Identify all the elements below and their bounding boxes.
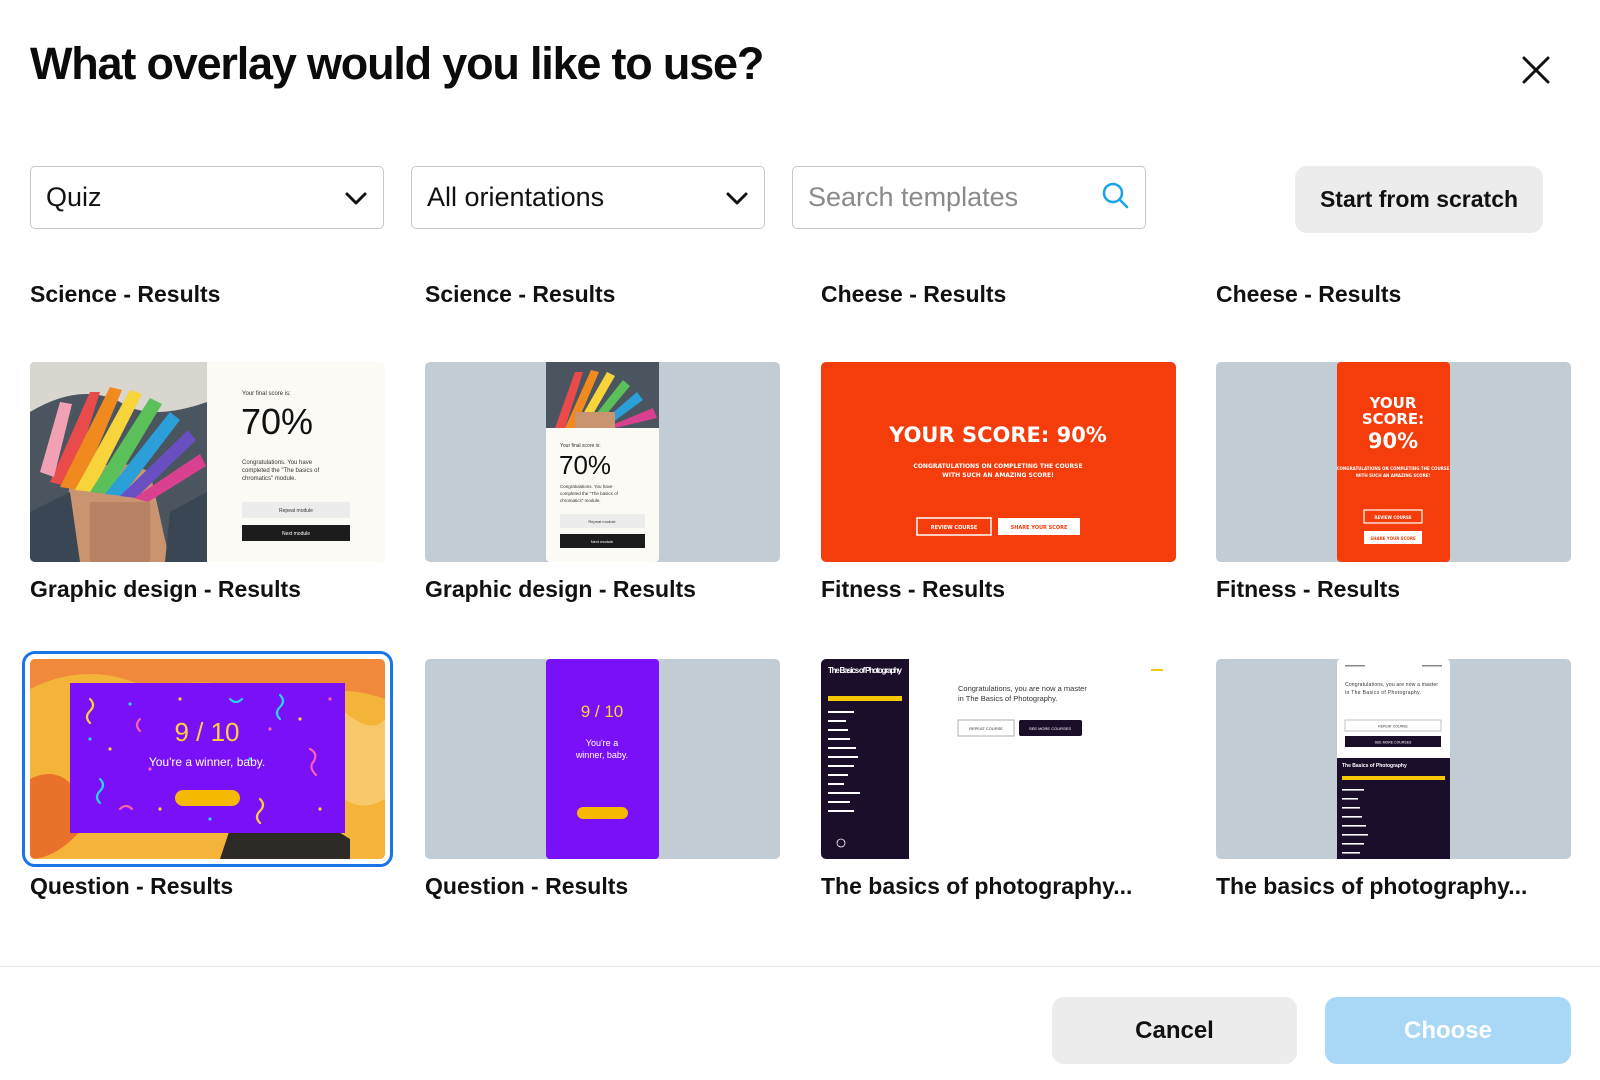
template-thumbnail-graphic-design-landscape[interactable]: Your final score is: 70% Congratulations… xyxy=(30,362,385,562)
template-label[interactable]: Cheese - Results xyxy=(821,281,1006,308)
template-label[interactable]: Question - Results xyxy=(425,873,628,900)
start-from-scratch-button[interactable]: Start from scratch xyxy=(1295,166,1543,233)
photo-course-title: The Basics of Photography xyxy=(1342,763,1407,769)
fitness-share-button: SHARE YOUR SCORE xyxy=(1011,525,1068,531)
gd-score: 70% xyxy=(241,401,313,442)
question-score: 9 / 10 xyxy=(581,702,624,721)
template-thumbnail-fitness-portrait[interactable]: YOUR SCORE: 90% CONGRATULATIONS ON COMPL… xyxy=(1216,362,1571,562)
question-score: 9 / 10 xyxy=(174,717,239,747)
template-label[interactable]: The basics of photography... xyxy=(821,873,1132,900)
choose-button[interactable]: Choose xyxy=(1325,997,1571,1064)
template-label[interactable]: Question - Results xyxy=(30,873,233,900)
gd-repeat-button: Repeat module xyxy=(279,508,313,514)
gd-score: 70% xyxy=(559,450,611,480)
fitness-message: WITH SUCH AN AMAZING SCORE! xyxy=(942,472,1054,479)
gd-message: completed the "The basics of xyxy=(242,468,320,474)
template-label[interactable]: Science - Results xyxy=(30,281,220,308)
gd-next-button: Next module xyxy=(591,539,614,544)
gd-message: completed the "The basics of xyxy=(560,491,619,496)
fitness-score: YOUR SCORE: 90% xyxy=(888,423,1107,447)
fitness-share-button: SHARE YOUR SCORE xyxy=(1370,536,1416,541)
template-thumbnail-photography-portrait[interactable]: Congratulations, you are now a master in… xyxy=(1216,659,1571,859)
category-dropdown[interactable]: Quiz xyxy=(30,166,384,229)
fitness-review-button: REVIEW COURSE xyxy=(1374,515,1411,520)
template-thumbnail-photography-landscape[interactable]: The Basics of Photography Congratulation… xyxy=(821,659,1176,859)
photo-more-button: SEE MORE COURSES xyxy=(1375,741,1412,745)
cancel-button[interactable]: Cancel xyxy=(1052,997,1297,1064)
question-message: winner, baby. xyxy=(575,750,628,760)
photo-message: Congratulations, you are now a master xyxy=(958,684,1087,693)
gd-message: chromatics" module. xyxy=(242,476,296,482)
template-label[interactable]: Cheese - Results xyxy=(1216,281,1401,308)
orientation-value: All orientations xyxy=(427,182,605,212)
fitness-message: WITH SUCH AN AMAZING SCORE! xyxy=(1356,473,1431,478)
overlay-picker-dialog: What overlay would you like to use? Quiz… xyxy=(0,0,1600,1080)
chevron-down-icon xyxy=(345,182,367,213)
search-icon[interactable] xyxy=(1101,181,1129,214)
photo-message: Congratulations, you are now a master xyxy=(1345,682,1438,688)
photo-repeat-button: REPEAT COURSE xyxy=(1378,725,1408,729)
photo-course-title: The Basics of Photography xyxy=(828,666,903,675)
template-label[interactable]: The basics of photography... xyxy=(1216,873,1527,900)
question-message: You're a winner, baby. xyxy=(149,755,265,769)
template-thumbnail-question-landscape[interactable]: 9 / 10 You're a winner, baby. xyxy=(22,651,393,867)
chevron-down-icon xyxy=(726,182,748,213)
photo-message: in The Basics of Photography. xyxy=(1345,690,1421,696)
category-value: Quiz xyxy=(46,182,102,212)
gd-score-prompt: Your final score is: xyxy=(242,391,291,397)
template-label[interactable]: Fitness - Results xyxy=(821,576,1005,603)
gd-message: chromatics" module. xyxy=(560,498,601,503)
footer-divider xyxy=(0,966,1600,967)
fitness-score: 90% xyxy=(1368,429,1418,453)
gd-message: Congratulations. You have xyxy=(242,460,313,466)
fitness-message: CONGRATULATIONS ON COMPLETING THE COURSE xyxy=(913,463,1082,470)
photo-repeat-button: REPEAT COURSE xyxy=(969,726,1003,731)
search-field[interactable] xyxy=(792,166,1146,229)
template-label[interactable]: Science - Results xyxy=(425,281,615,308)
gd-next-button: Next module xyxy=(282,531,310,537)
search-input[interactable] xyxy=(808,182,1098,213)
photo-more-button: SEE MORE COURSES xyxy=(1029,726,1071,731)
question-message: You're a xyxy=(586,738,618,748)
photo-message: in The Basics of Photography. xyxy=(958,694,1057,703)
gd-repeat-button: Repeat module xyxy=(588,519,616,524)
template-label[interactable]: Graphic design - Results xyxy=(30,576,301,603)
template-label[interactable]: Graphic design - Results xyxy=(425,576,696,603)
template-label[interactable]: Fitness - Results xyxy=(1216,576,1400,603)
fitness-review-button: REVIEW COURSE xyxy=(931,525,978,531)
template-thumbnail-fitness-landscape[interactable]: YOUR SCORE: 90% CONGRATULATIONS ON COMPL… xyxy=(821,362,1176,562)
template-thumbnail-question-portrait[interactable]: 9 / 10 You're a winner, baby. xyxy=(425,659,780,859)
orientation-dropdown[interactable]: All orientations xyxy=(411,166,765,229)
gd-score-prompt: Your final score is: xyxy=(560,443,601,449)
close-icon[interactable] xyxy=(1518,52,1554,88)
fitness-message: CONGRATULATIONS ON COMPLETING THE COURSE xyxy=(1337,466,1450,471)
template-thumbnail-graphic-design-portrait[interactable]: Your final score is: 70% Congratulations… xyxy=(425,362,780,562)
dialog-title: What overlay would you like to use? xyxy=(30,38,764,89)
gd-message: Congratulations. You have xyxy=(560,484,613,489)
fitness-score: SCORE: xyxy=(1362,410,1424,428)
